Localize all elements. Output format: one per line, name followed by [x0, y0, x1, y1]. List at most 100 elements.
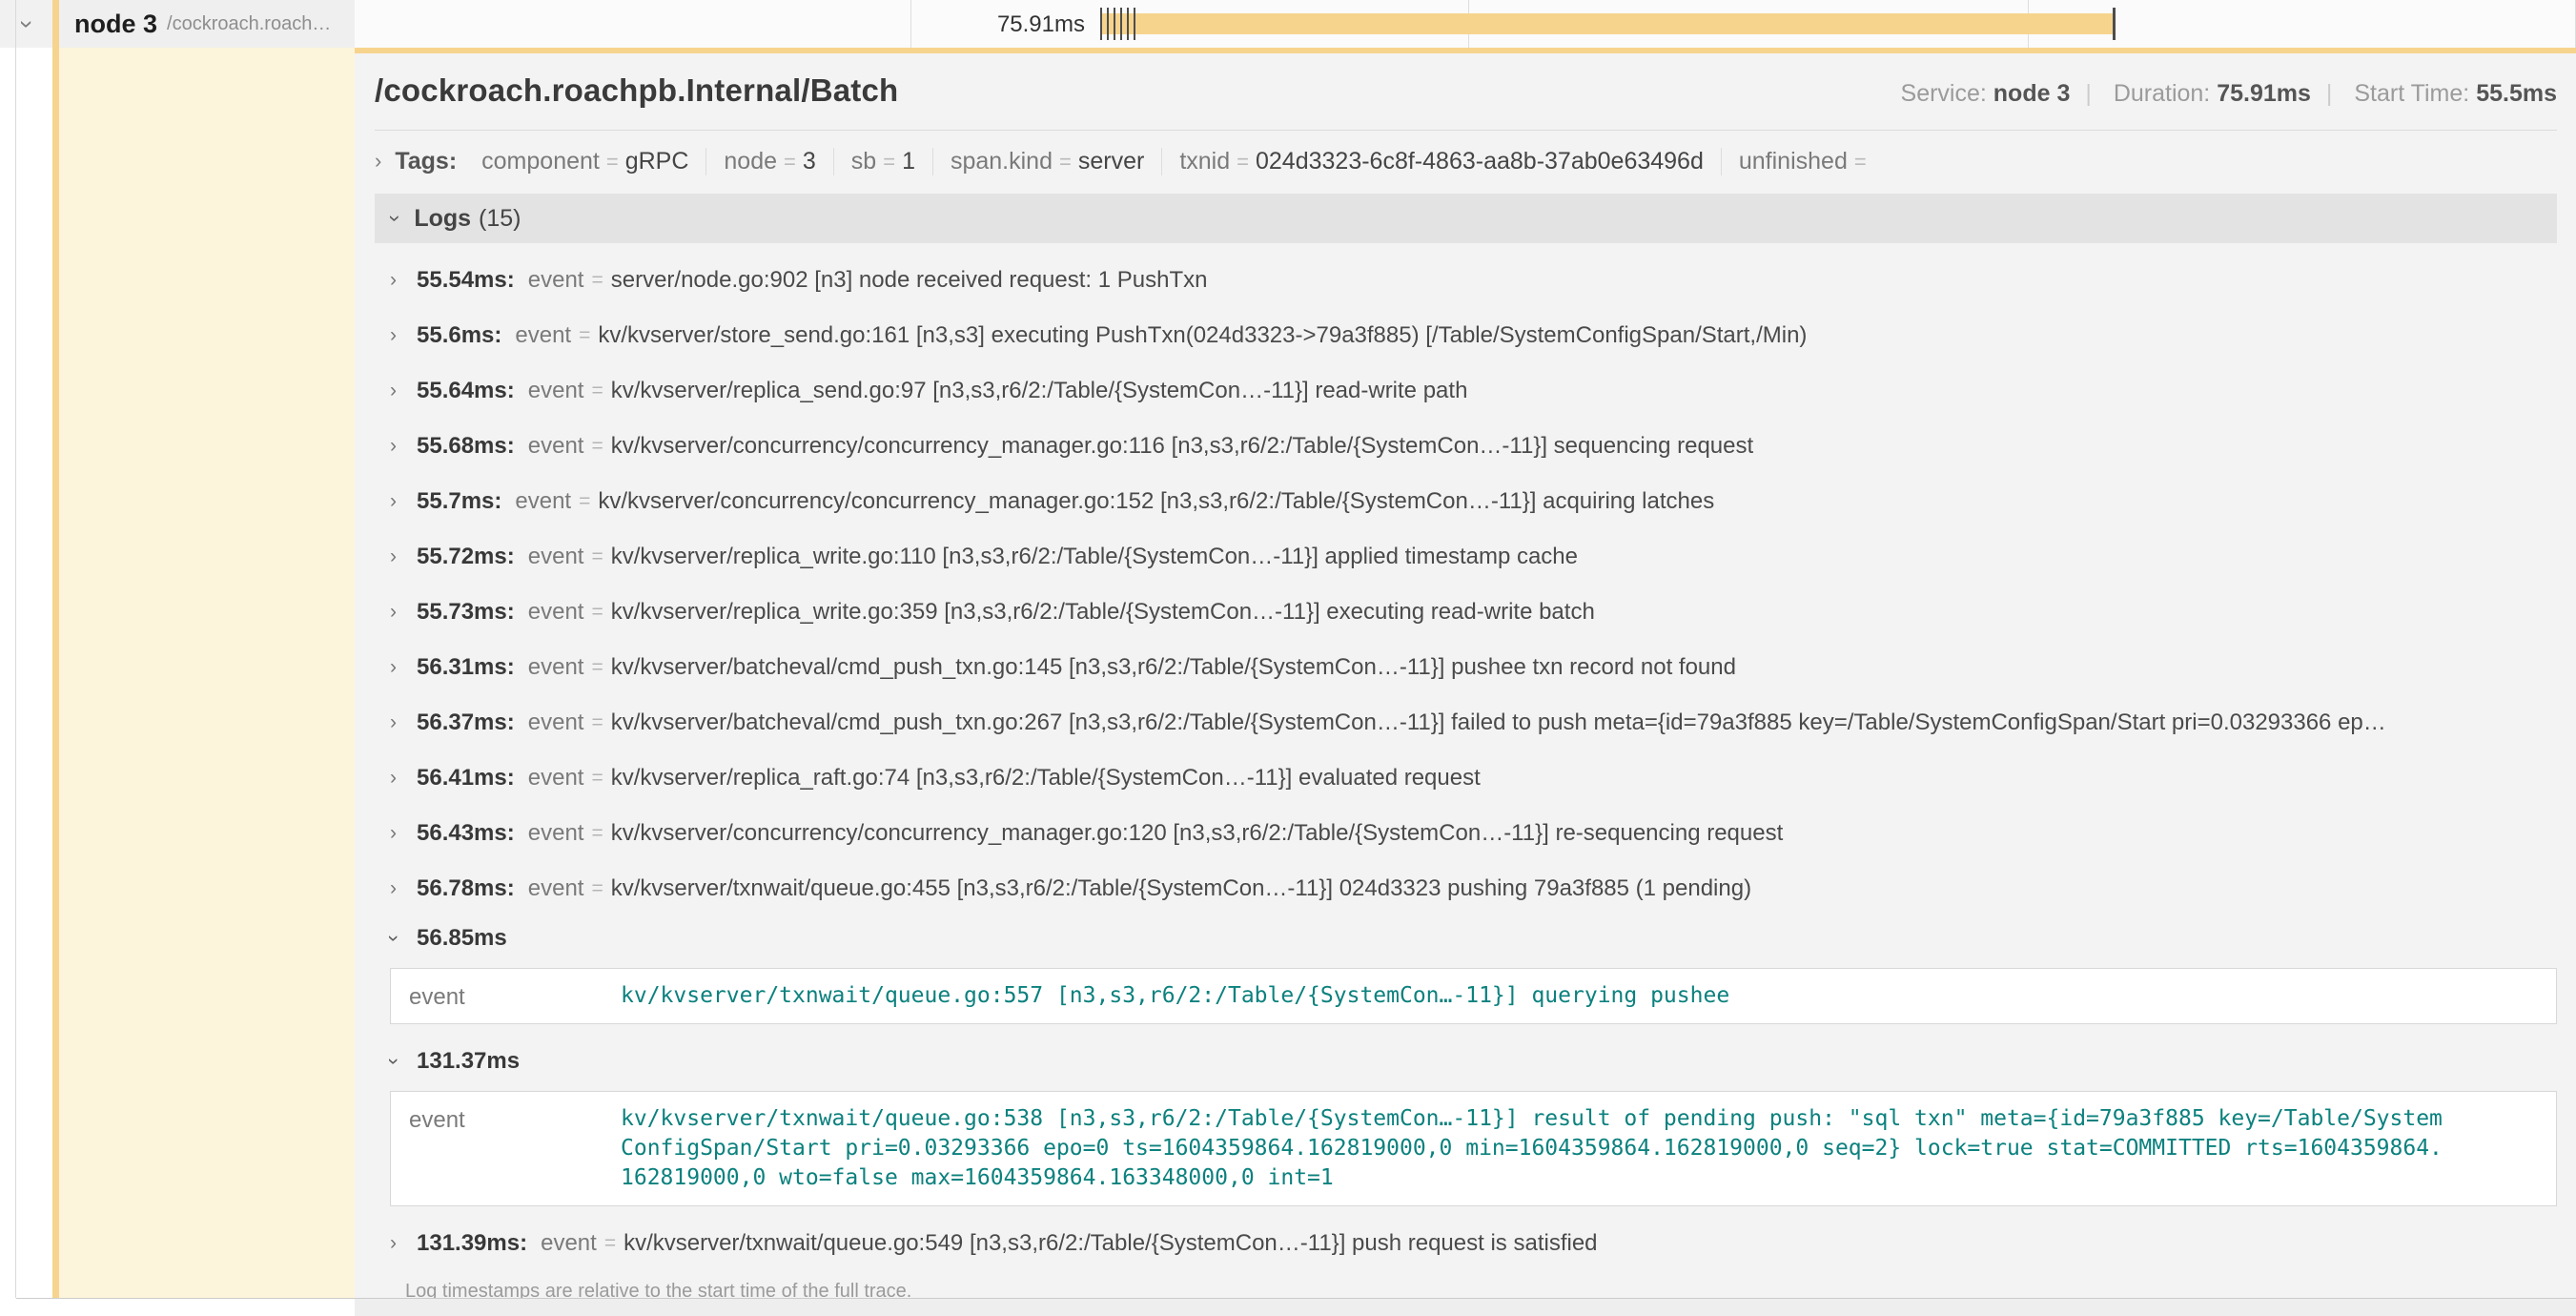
- chevron-right-icon: ›: [390, 435, 417, 458]
- log-entry[interactable]: › 56.78ms: event = kv/kvserver/txnwait/q…: [390, 861, 2557, 916]
- chevron-right-icon: ›: [390, 767, 417, 790]
- chevron-right-icon: ›: [390, 877, 417, 900]
- log-entry[interactable]: › 56.43ms: event = kv/kvserver/concurren…: [390, 806, 2557, 861]
- chevron-right-icon: ›: [390, 545, 417, 568]
- span-duration-bar[interactable]: [1102, 13, 2115, 34]
- log-message: kv/kvserver/replica_write.go:110 [n3,s3,…: [611, 544, 1578, 570]
- tag-item: component=gRPC: [464, 148, 706, 175]
- log-entry[interactable]: › 55.68ms: event = kv/kvserver/concurren…: [390, 419, 2557, 474]
- span-timeline[interactable]: 75.91ms: [355, 0, 2576, 48]
- logs-body: › 55.54ms: event = server/node.go:902 [n…: [375, 243, 2557, 1298]
- log-timestamp: 56.41ms:: [417, 765, 515, 792]
- collapse-chevron-down-icon[interactable]: ›: [23, 10, 31, 39]
- bottom-strip: [355, 1299, 2576, 1316]
- span-meta: Service: node 3| Duration: 75.91ms| Star…: [1901, 80, 2557, 108]
- log-field: event: [515, 488, 571, 515]
- log-message: kv/kvserver/txnwait/queue.go:455 [n3,s3,…: [611, 875, 1751, 902]
- chevron-right-icon: ›: [390, 1232, 417, 1255]
- log-field: event: [528, 544, 584, 570]
- chevron-down-icon: ›: [392, 206, 399, 231]
- log-timestamp: 56.43ms:: [417, 820, 515, 847]
- log-field: event: [528, 875, 584, 902]
- log-entry[interactable]: › 56.37ms: event = kv/kvserver/batcheval…: [390, 695, 2557, 751]
- span-name-label[interactable]: node 3 /cockroach.roach…: [59, 0, 355, 48]
- log-timestamp: 56.78ms:: [417, 875, 515, 902]
- log-entry[interactable]: › 131.39ms: event = kv/kvserver/txnwait/…: [390, 1216, 2557, 1271]
- span-detail-header: /cockroach.roachpb.Internal/Batch Servic…: [375, 72, 2557, 109]
- start-time-value: 55.5ms: [2476, 80, 2557, 107]
- chevron-down-icon: ›: [390, 1050, 417, 1073]
- log-entry-expanded-header[interactable]: › 56.85ms: [390, 916, 2557, 960]
- equals-sign: =: [591, 601, 603, 624]
- log-entry[interactable]: › 55.73ms: event = kv/kvserver/replica_w…: [390, 585, 2557, 640]
- log-timestamp: 131.37ms: [417, 1048, 520, 1075]
- log-fields-table: event kv/kvserver/txnwait/queue.go:538 […: [390, 1091, 2557, 1206]
- logs-section: › Logs (15) › 55.54ms: event = server/no…: [375, 194, 2557, 1298]
- log-message: server/node.go:902 [n3] node received re…: [611, 267, 1208, 294]
- equals-sign: =: [591, 435, 603, 458]
- log-timestamp: 55.72ms:: [417, 544, 515, 570]
- log-message: kv/kvserver/concurrency/concurrency_mana…: [611, 433, 1753, 460]
- page-title: /cockroach.roachpb.Internal/Batch: [375, 72, 898, 109]
- log-message: kv/kvserver/txnwait/queue.go:549 [n3,s3,…: [624, 1230, 1597, 1257]
- gutter-divider: [15, 0, 16, 1298]
- chevron-right-icon: ›: [390, 490, 417, 513]
- log-entry[interactable]: › 55.64ms: event = kv/kvserver/replica_s…: [390, 363, 2557, 419]
- log-entry[interactable]: › 55.7ms: event = kv/kvserver/concurrenc…: [390, 474, 2557, 529]
- log-timestamp: 55.73ms:: [417, 599, 515, 626]
- service-label: Service:: [1901, 80, 1987, 107]
- log-entry[interactable]: › 55.54ms: event = server/node.go:902 [n…: [390, 253, 2557, 308]
- span-service-name: node 3: [74, 10, 157, 39]
- log-message: kv/kvserver/replica_raft.go:74 [n3,s3,r6…: [611, 765, 1481, 792]
- span-operation-name: /cockroach.roach…: [167, 13, 331, 35]
- logs-footer-note: Log timestamps are relative to the start…: [390, 1281, 2557, 1298]
- log-timestamp: 131.39ms:: [417, 1230, 527, 1257]
- log-field-value: kv/kvserver/txnwait/queue.go:538 [n3,s3,…: [621, 1104, 2556, 1193]
- duration-label: Duration:: [2114, 80, 2210, 107]
- tags-label: Tags:: [395, 148, 457, 175]
- tag-item: txnid=024d3323-6c8f-4863-aa8b-37ab0e6349…: [1162, 148, 1722, 175]
- log-message: kv/kvserver/concurrency/concurrency_mana…: [598, 488, 1714, 515]
- log-entry-expanded-header[interactable]: › 131.37ms: [390, 1039, 2557, 1083]
- chevron-down-icon: ›: [390, 927, 417, 950]
- equals-sign: =: [591, 656, 603, 679]
- chevron-right-icon: ›: [390, 656, 417, 679]
- log-field: event: [528, 378, 584, 404]
- meta-separator: |: [2085, 80, 2092, 107]
- header-divider: [375, 130, 2557, 131]
- log-tick-marks: [1100, 8, 1135, 40]
- log-field: event: [391, 1104, 621, 1193]
- log-field-value: kv/kvserver/txnwait/queue.go:557 [n3,s3,…: [621, 981, 2556, 1011]
- equals-sign: =: [579, 490, 590, 513]
- log-timestamp: 55.54ms:: [417, 267, 515, 294]
- equals-sign: =: [591, 269, 603, 292]
- meta-separator: |: [2326, 80, 2333, 107]
- log-field: event: [528, 709, 584, 736]
- chevron-right-icon: ›: [390, 711, 417, 734]
- start-time-label: Start Time:: [2354, 80, 2469, 107]
- span-accent-bar: [52, 0, 59, 1298]
- tag-item: node=3: [706, 148, 833, 175]
- tags-section-toggle[interactable]: › Tags: component=gRPC node=3 sb=1 span.…: [375, 144, 2557, 178]
- span-name-column: [59, 48, 355, 1298]
- chevron-right-icon: ›: [390, 601, 417, 624]
- log-message: kv/kvserver/store_send.go:161 [n3,s3] ex…: [598, 322, 1807, 349]
- chevron-right-icon: ›: [390, 324, 417, 347]
- equals-sign: =: [591, 767, 603, 790]
- equals-sign: =: [604, 1232, 616, 1255]
- duration-value: 75.91ms: [2217, 80, 2311, 107]
- equals-sign: =: [591, 877, 603, 900]
- log-entry[interactable]: › 55.72ms: event = kv/kvserver/replica_w…: [390, 529, 2557, 585]
- logs-section-toggle[interactable]: › Logs (15): [375, 194, 2557, 243]
- span-end-tick: [2113, 8, 2116, 40]
- equals-sign: =: [591, 822, 603, 845]
- log-field: event: [528, 267, 584, 294]
- log-message: kv/kvserver/replica_write.go:359 [n3,s3,…: [611, 599, 1595, 626]
- log-entry[interactable]: › 55.6ms: event = kv/kvserver/store_send…: [390, 308, 2557, 363]
- log-field: event: [541, 1230, 597, 1257]
- log-entry[interactable]: › 56.41ms: event = kv/kvserver/replica_r…: [390, 751, 2557, 806]
- log-field: event: [528, 820, 584, 847]
- log-entry[interactable]: › 56.31ms: event = kv/kvserver/batcheval…: [390, 640, 2557, 695]
- log-message: kv/kvserver/replica_send.go:97 [n3,s3,r6…: [611, 378, 1468, 404]
- log-field: event: [515, 322, 571, 349]
